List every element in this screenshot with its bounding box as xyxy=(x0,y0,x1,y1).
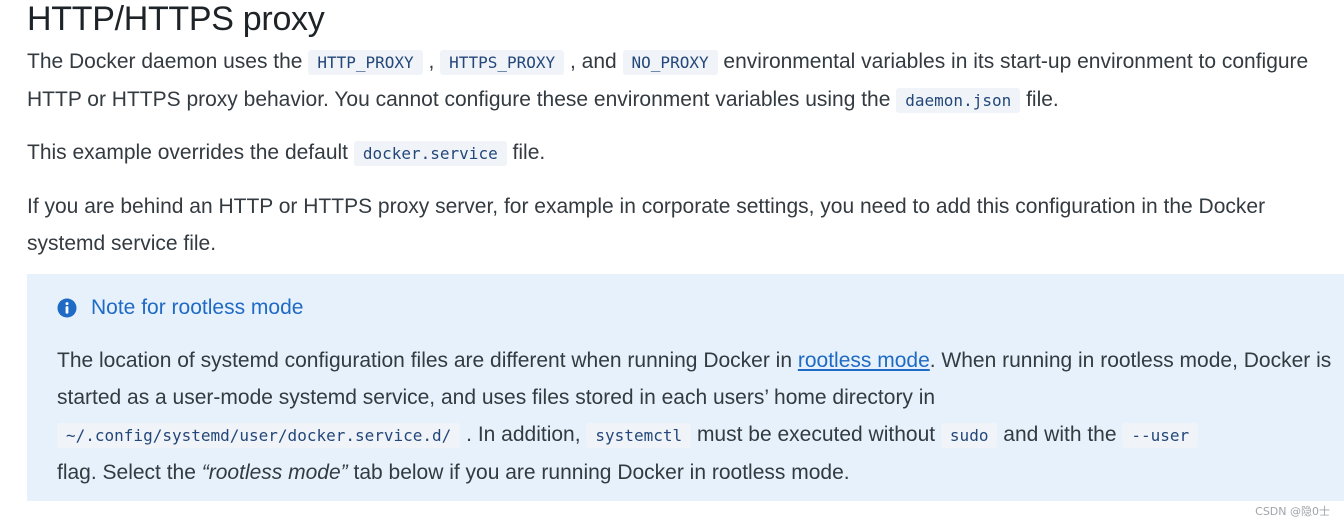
inline-code-systemctl: systemctl xyxy=(586,423,692,448)
inline-code-https-proxy: HTTPS_PROXY xyxy=(440,50,565,75)
csdn-watermark: CSDN @隐0士 xyxy=(1255,505,1330,518)
rootless-note-callout: Note for rootless mode The location of s… xyxy=(27,274,1344,501)
paragraph-override: This example overrides the default docke… xyxy=(27,134,1344,172)
inline-code-http-proxy: HTTP_PROXY xyxy=(308,50,423,75)
inline-code-docker-service: docker.service xyxy=(353,141,507,166)
article-content: HTTP/HTTPS proxy The Docker daemon uses … xyxy=(27,0,1344,262)
text: , xyxy=(422,50,441,73)
note-title-text: Note for rootless mode xyxy=(91,296,304,319)
text: , and xyxy=(564,50,623,73)
text: flag. Select the xyxy=(57,461,202,484)
info-icon xyxy=(57,298,77,318)
rootless-mode-link[interactable]: rootless mode xyxy=(798,349,930,372)
paragraph-proxy-env: The Docker daemon uses the HTTP_PROXY , … xyxy=(27,43,1344,119)
text: file. xyxy=(1020,88,1059,111)
text: . In addition, xyxy=(460,423,587,446)
inline-code-config-path: ~/.config/systemd/user/docker.service.d/ xyxy=(57,423,461,448)
text: The Docker daemon uses the xyxy=(27,50,309,73)
section-heading: HTTP/HTTPS proxy xyxy=(27,0,325,38)
text: tab below if you are running Docker in r… xyxy=(347,461,850,484)
inline-code-no-proxy: NO_PROXY xyxy=(622,50,718,75)
text: The location of systemd configuration fi… xyxy=(57,349,798,372)
note-body: The location of systemd configuration fi… xyxy=(57,342,1344,491)
inline-code-user-flag: --user xyxy=(1122,423,1199,448)
emphasis-rootless-mode: “rootless mode” xyxy=(201,461,348,484)
text: must be executed without xyxy=(691,423,941,446)
inline-code-daemon-json: daemon.json xyxy=(896,88,1021,113)
text: file. xyxy=(506,141,546,164)
text: and with the xyxy=(997,423,1123,446)
note-title: Note for rootless mode xyxy=(57,292,1344,324)
paragraph-behind-proxy: If you are behind an HTTP or HTTPS proxy… xyxy=(27,195,1266,255)
inline-code-sudo: sudo xyxy=(940,423,998,448)
text: This example overrides the default xyxy=(27,141,354,164)
